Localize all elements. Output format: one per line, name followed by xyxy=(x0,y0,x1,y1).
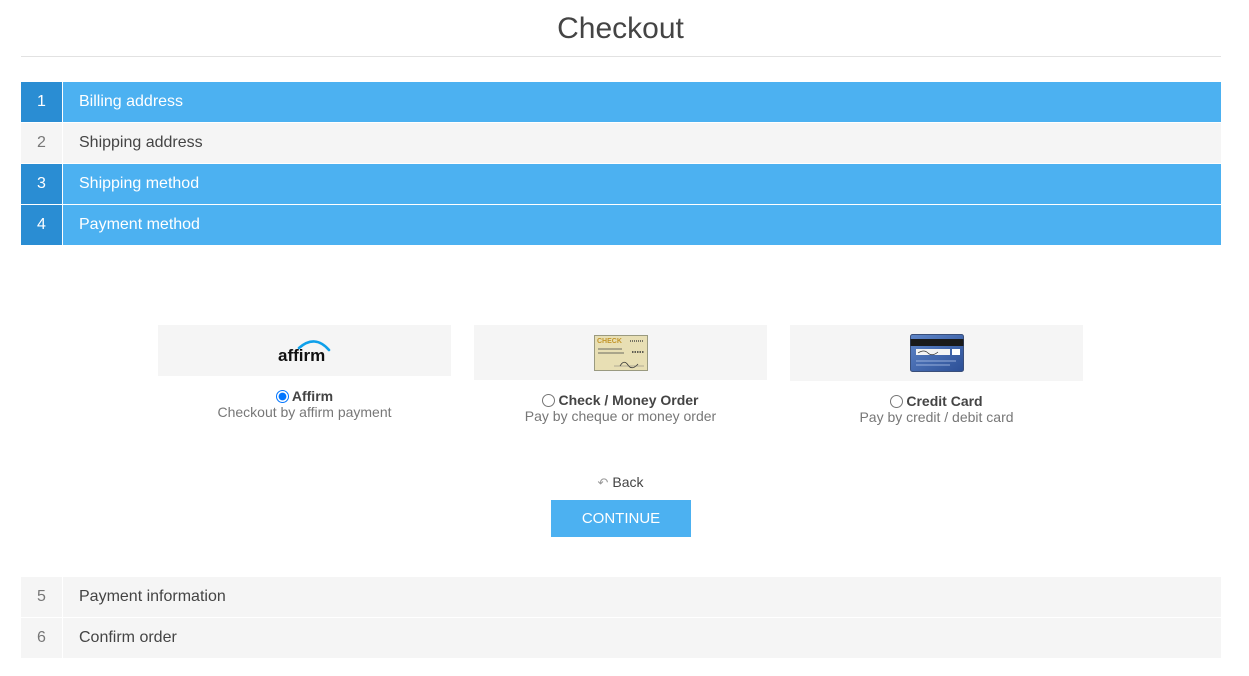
check-logo-box: CHECK xyxy=(474,325,767,380)
check-money-order-icon: CHECK xyxy=(593,334,648,371)
step-billing-address[interactable]: 1 Billing address xyxy=(21,82,1221,122)
payment-option-description: Pay by cheque or money order xyxy=(524,408,717,424)
step-confirm-order[interactable]: 6 Confirm order xyxy=(21,618,1221,658)
payment-option-check-money-order[interactable]: CHECK Check / Money Order Pay by cheque … xyxy=(474,325,767,424)
page-title: Checkout xyxy=(557,12,684,45)
credit-card-radio[interactable] xyxy=(890,394,904,408)
continue-button[interactable]: CONTINUE xyxy=(551,500,691,537)
svg-text:affirm: affirm xyxy=(278,346,325,365)
step-number: 6 xyxy=(21,618,63,658)
credit-card-logo-box xyxy=(790,325,1083,381)
step-label: Shipping method xyxy=(63,164,1221,204)
step-number: 5 xyxy=(21,577,63,617)
step-shipping-method[interactable]: 3 Shipping method xyxy=(21,164,1221,204)
payment-option-name-row: Check / Money Order xyxy=(474,392,767,408)
payment-option-name: Affirm xyxy=(291,388,334,404)
step-label: Confirm order xyxy=(63,618,1221,658)
back-arrow-icon: ↶ xyxy=(597,475,609,490)
back-label: Back xyxy=(612,474,644,490)
title-divider xyxy=(21,56,1221,57)
payment-option-name: Check / Money Order xyxy=(558,392,699,408)
svg-text:CHECK: CHECK xyxy=(597,338,622,345)
affirm-logo-box: affirm xyxy=(158,325,451,376)
affirm-logo-icon: affirm xyxy=(278,339,330,365)
step-payment-information[interactable]: 5 Payment information xyxy=(21,577,1221,617)
payment-option-credit-card[interactable]: Credit Card Pay by credit / debit card xyxy=(790,325,1083,425)
payment-option-description: Checkout by affirm payment xyxy=(217,404,392,420)
step-label: Payment information xyxy=(63,577,1221,617)
credit-card-icon xyxy=(909,334,964,372)
step-number: 1 xyxy=(21,82,63,122)
payment-option-affirm[interactable]: affirm Affirm Checkout by affirm payment xyxy=(158,325,451,420)
step-shipping-address[interactable]: 2 Shipping address xyxy=(21,123,1221,163)
payment-option-name: Credit Card xyxy=(906,393,983,409)
step-number: 2 xyxy=(21,123,63,163)
checkout-page: Checkout 1 Billing address 2 Shipping ad… xyxy=(0,0,1249,676)
back-link[interactable]: ↶ Back xyxy=(0,473,1241,492)
step-label: Billing address xyxy=(63,82,1221,122)
step-number: 4 xyxy=(21,205,63,245)
step-number: 3 xyxy=(21,164,63,204)
check-money-order-radio[interactable] xyxy=(542,393,556,407)
payment-option-name-row: Affirm xyxy=(158,388,451,404)
payment-option-description: Pay by credit / debit card xyxy=(859,409,1014,425)
payment-option-name-row: Credit Card xyxy=(790,393,1083,409)
affirm-radio[interactable] xyxy=(275,389,289,403)
step-label: Payment method xyxy=(63,205,1221,245)
step-payment-method[interactable]: 4 Payment method xyxy=(21,205,1221,245)
step-label: Shipping address xyxy=(63,123,1221,163)
